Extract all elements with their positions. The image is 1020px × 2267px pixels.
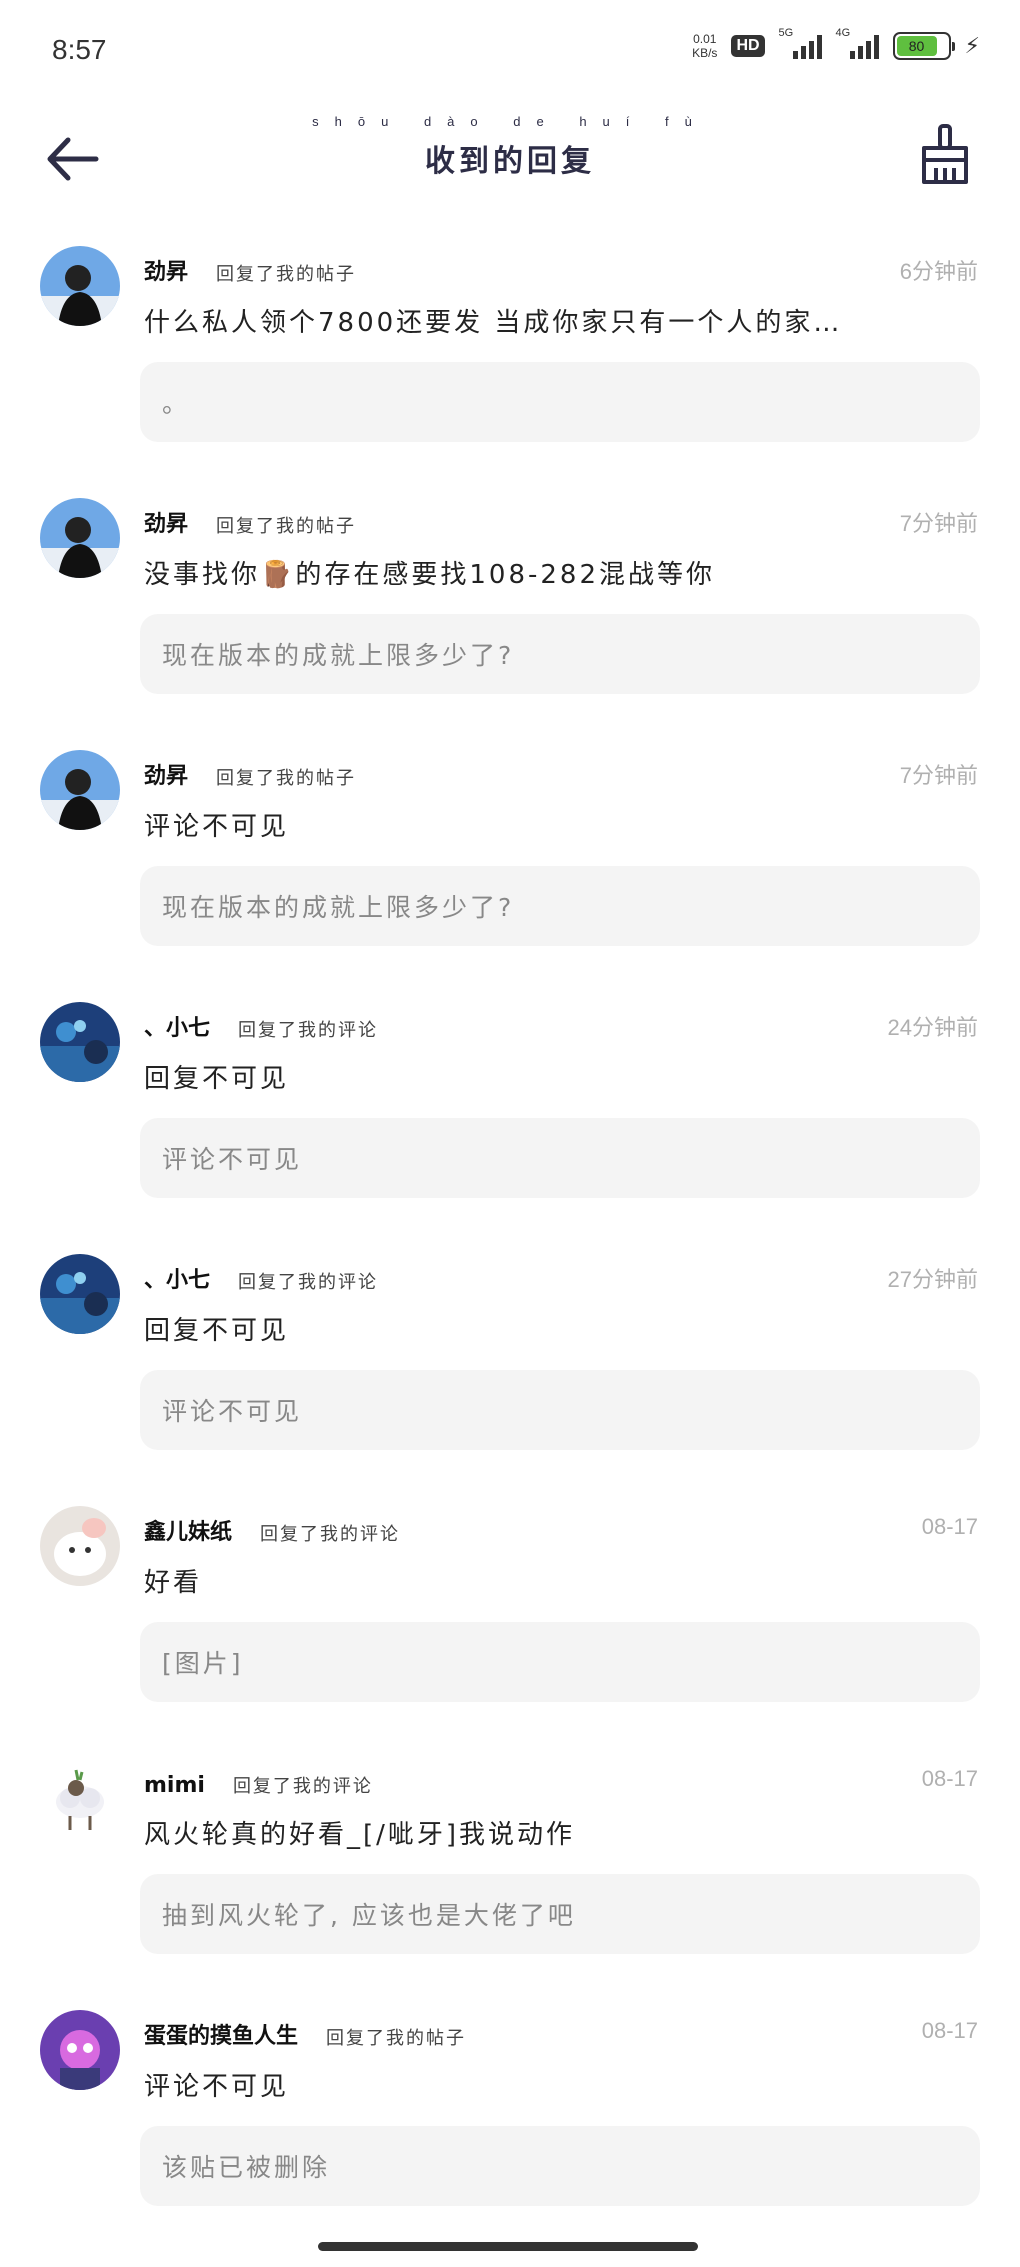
quoted-original[interactable]: 评论不可见 [140, 1370, 980, 1450]
clear-button[interactable] [910, 120, 980, 190]
quoted-original[interactable]: 。 [140, 362, 980, 442]
battery-icon: 80 [892, 32, 955, 60]
reply-content[interactable]: 回复不可见 [144, 1310, 980, 1347]
username[interactable]: 、小七 [144, 1010, 210, 1042]
avatar-blue-scene[interactable] [40, 1002, 120, 1082]
reply-action: 回复了我的帖子 [326, 2028, 467, 2049]
hd-icon: HD [731, 35, 765, 57]
avatar-white-cat[interactable] [40, 1506, 120, 1586]
battery-level: 80 [896, 36, 937, 56]
signal-5g-label: 5G [778, 27, 794, 39]
reply-time: 24分钟前 [887, 1015, 978, 1040]
reply-header: 、小七 回复了我的评论 [144, 1250, 378, 1294]
reply-item[interactable]: 蛋蛋的摸鱼人生 回复了我的帖子 08-17 评论不可见 该贴已被删除 [0, 1994, 1020, 2246]
status-time: 8:57 [52, 34, 107, 65]
reply-header: 蛋蛋的摸鱼人生 回复了我的帖子 [144, 2006, 466, 2050]
reply-list: 劲昇 回复了我的帖子 6分钟前 什么私人领个7800还要发 当成你家只有一个人的… [0, 230, 1020, 2246]
home-indicator[interactable] [318, 2242, 698, 2251]
reply-item[interactable]: 、小七 回复了我的评论 27分钟前 回复不可见 评论不可见 [0, 1238, 1020, 1490]
username[interactable]: 蛋蛋的摸鱼人生 [144, 2018, 298, 2050]
reply-time: 08-17 [921, 2018, 978, 2043]
avatar-purple-character[interactable] [40, 2010, 120, 2090]
signal-5g-icon: 5G [779, 27, 822, 59]
reply-action: 回复了我的评论 [260, 1524, 401, 1545]
signal-4g-label: 4G [835, 27, 851, 39]
quoted-original[interactable]: [图片] [140, 1622, 980, 1702]
reply-header: 、小七 回复了我的评论 [144, 998, 378, 1042]
reply-time: 6分钟前 [899, 259, 978, 284]
username[interactable]: 劲昇 [144, 758, 188, 790]
reply-time: 08-17 [921, 1766, 978, 1791]
reply-content[interactable]: 评论不可见 [144, 2066, 980, 2103]
username[interactable]: 、小七 [144, 1262, 210, 1294]
reply-content[interactable]: 评论不可见 [144, 806, 980, 843]
avatar-blue-scene[interactable] [40, 1254, 120, 1334]
reply-action: 回复了我的评论 [238, 1272, 379, 1293]
reply-time: 7分钟前 [899, 511, 978, 536]
reply-item[interactable]: mimi 回复了我的评论 08-17 风火轮真的好看_[/呲牙]我说动作 抽到风… [0, 1742, 1020, 1994]
reply-item[interactable]: 劲昇 回复了我的帖子 7分钟前 没事找你🪵的存在感要找108-282混战等你 现… [0, 482, 1020, 734]
reply-item[interactable]: 、小七 回复了我的评论 24分钟前 回复不可见 评论不可见 [0, 986, 1020, 1238]
quoted-original[interactable]: 该贴已被删除 [140, 2126, 980, 2206]
avatar-person-sky[interactable] [40, 498, 120, 578]
reply-content[interactable]: 风火轮真的好看_[/呲牙]我说动作 [144, 1814, 980, 1851]
reply-content[interactable]: 没事找你🪵的存在感要找108-282混战等你 [144, 554, 980, 591]
reply-time: 08-17 [921, 1514, 978, 1539]
network-speed-unit: KB/s [692, 46, 718, 60]
reply-time: 7分钟前 [899, 763, 978, 788]
quoted-original[interactable]: 现在版本的成就上限多少了? [140, 866, 980, 946]
reply-action: 回复了我的帖子 [216, 768, 357, 789]
username[interactable]: 鑫儿妹纸 [144, 1514, 232, 1546]
reply-content[interactable]: 什么私人领个7800还要发 当成你家只有一个人的家… [144, 302, 980, 339]
reply-header: mimi 回复了我的评论 [144, 1754, 373, 1798]
username[interactable]: 劲昇 [144, 506, 188, 538]
page-title: 收到的回复 [425, 144, 595, 179]
avatar-person-sky[interactable] [40, 750, 120, 830]
reply-header: 劲昇 回复了我的帖子 [144, 746, 356, 790]
top-bar: shōu dào de huí fù 收到的回复 [0, 110, 1020, 220]
quoted-original[interactable]: 现在版本的成就上限多少了? [140, 614, 980, 694]
avatar-sheep[interactable] [40, 1758, 120, 1838]
broom-icon [922, 124, 968, 184]
reply-content[interactable]: 好看 [144, 1562, 980, 1599]
reply-header: 鑫儿妹纸 回复了我的评论 [144, 1502, 400, 1546]
reply-content[interactable]: 回复不可见 [144, 1058, 980, 1095]
network-speed: 0.01 KB/s [692, 32, 717, 60]
reply-action: 回复了我的帖子 [216, 516, 357, 537]
reply-header: 劲昇 回复了我的帖子 [144, 242, 356, 286]
reply-header: 劲昇 回复了我的帖子 [144, 494, 356, 538]
reply-time: 27分钟前 [887, 1267, 978, 1292]
reply-item[interactable]: 鑫儿妹纸 回复了我的评论 08-17 好看 [图片] [0, 1490, 1020, 1742]
reply-item[interactable]: 劲昇 回复了我的帖子 7分钟前 评论不可见 现在版本的成就上限多少了? [0, 734, 1020, 986]
reply-action: 回复了我的评论 [232, 1776, 373, 1797]
quoted-original[interactable]: 评论不可见 [140, 1118, 980, 1198]
username[interactable]: mimi [144, 1773, 205, 1798]
reply-item[interactable]: 劲昇 回复了我的帖子 6分钟前 什么私人领个7800还要发 当成你家只有一个人的… [0, 230, 1020, 482]
page-title-pinyin: shōu dào de huí fù [312, 114, 708, 129]
reply-action: 回复了我的评论 [238, 1020, 379, 1041]
status-icons: 0.01 KB/s HD 5G 4G 80 ⚡ [692, 27, 980, 64]
avatar-person-sky[interactable] [40, 246, 120, 326]
charging-icon: ⚡ [964, 33, 980, 59]
status-bar: 8:57 0.01 KB/s HD 5G 4G 80 ⚡ [0, 0, 1020, 100]
reply-action: 回复了我的帖子 [216, 264, 357, 285]
quoted-original[interactable]: 抽到风火轮了, 应该也是大佬了吧 [140, 1874, 980, 1954]
username[interactable]: 劲昇 [144, 254, 188, 286]
network-speed-value: 0.01 [693, 32, 717, 46]
signal-4g-icon: 4G [836, 27, 879, 59]
